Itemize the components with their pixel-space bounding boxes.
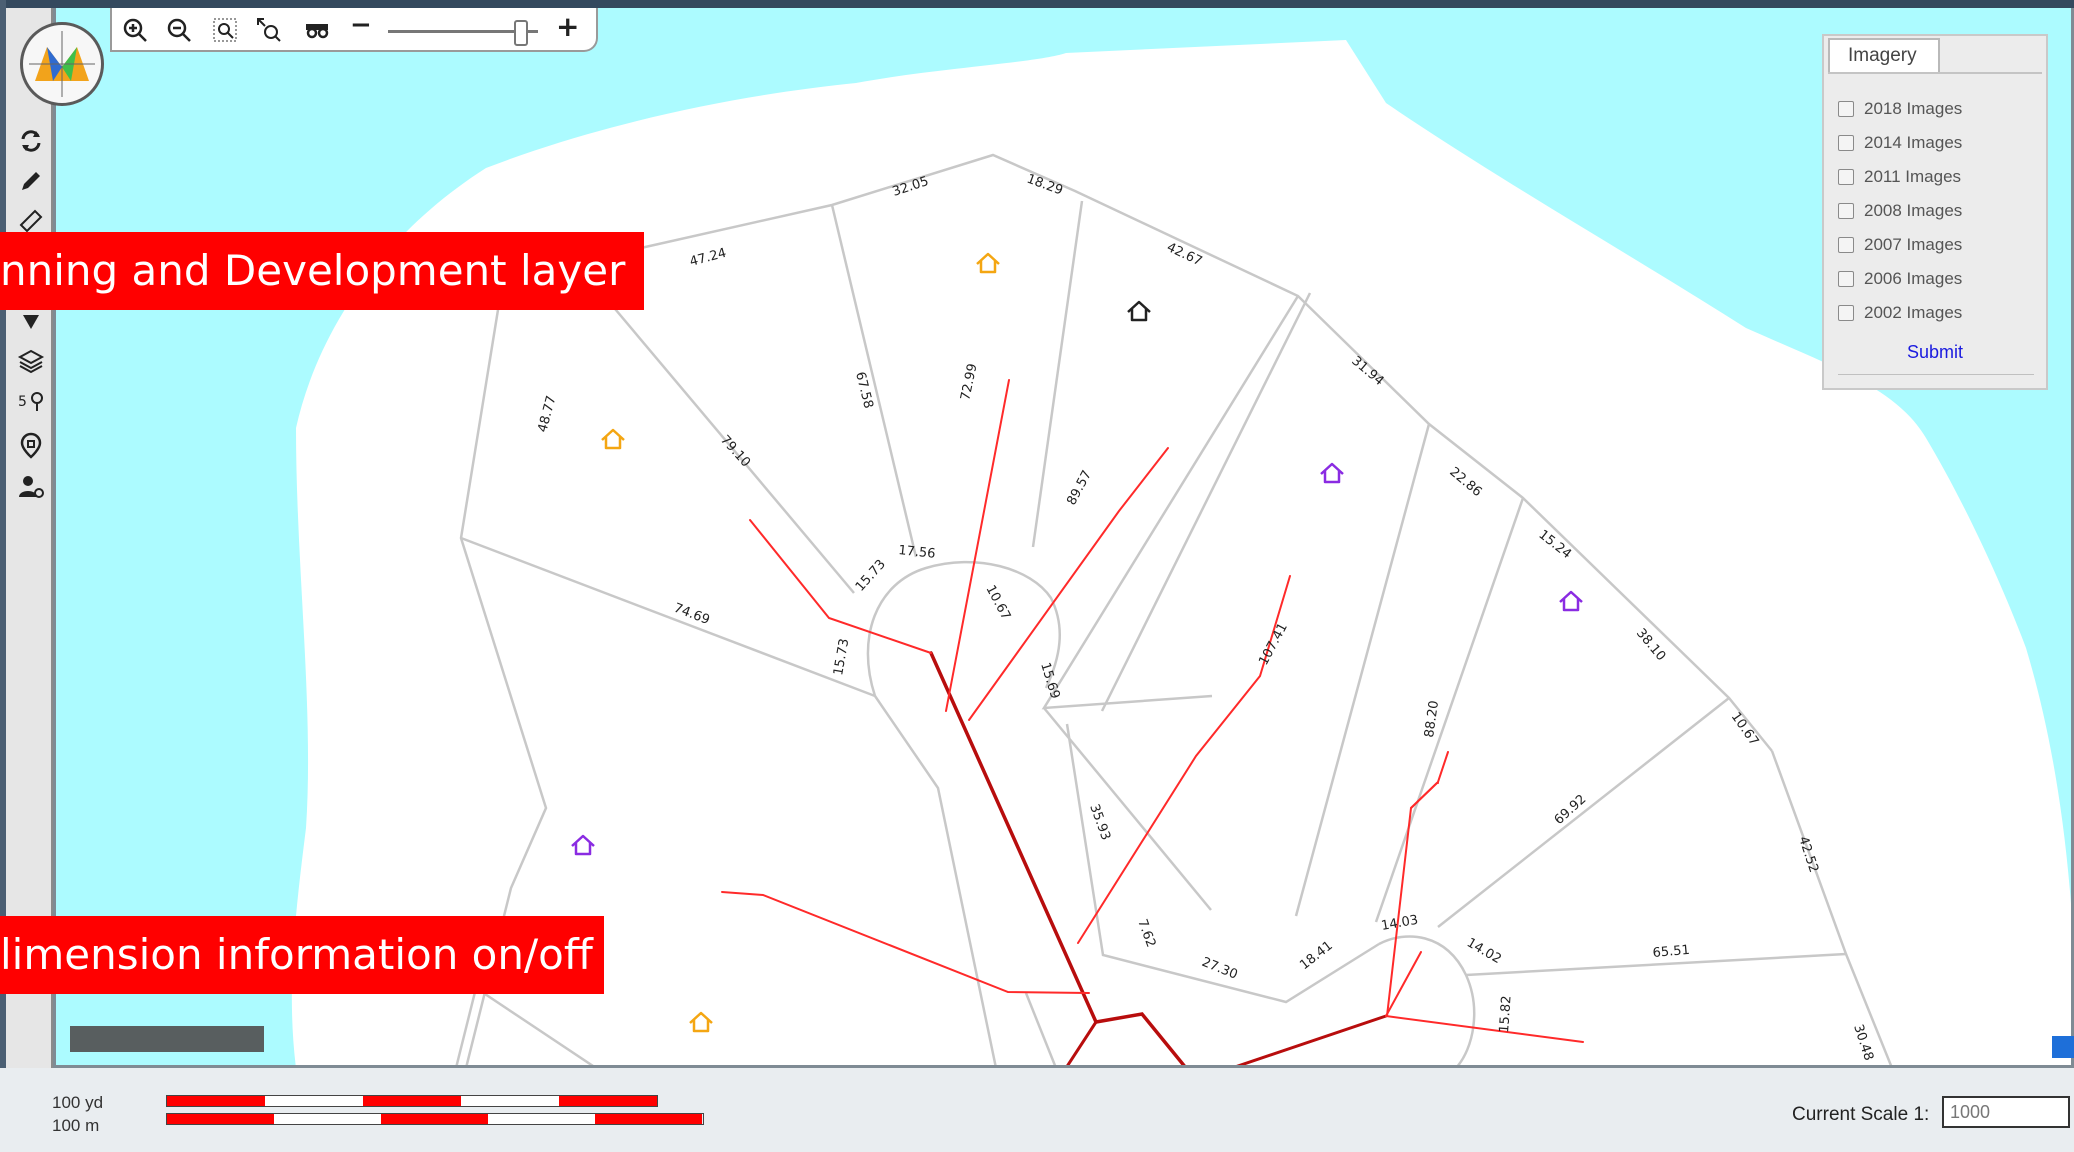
location-pin-icon[interactable]	[16, 430, 46, 460]
title-bar	[0, 0, 2074, 8]
imagery-panel: Imagery 2018 Images 2014 Images 2011 Ima…	[1822, 34, 2048, 390]
route-icon[interactable]: 5	[16, 386, 46, 416]
checkbox[interactable]	[1838, 135, 1854, 151]
imagery-option-2006[interactable]: 2006 Images	[1838, 268, 1962, 290]
zoom-out-icon[interactable]	[164, 15, 194, 45]
imagery-option-2018[interactable]: 2018 Images	[1838, 98, 1962, 120]
scale-bar-yd	[166, 1095, 658, 1107]
current-scale-label: Current Scale 1:	[1792, 1104, 1930, 1125]
imagery-list: 2018 Images 2014 Images 2011 Images 2008…	[1828, 72, 2042, 384]
callout-dimension-toggle: limension information on/off	[0, 916, 604, 994]
land-area	[291, 40, 2071, 1065]
zoom-toolbar: − +	[110, 8, 598, 52]
pan-binoculars-icon[interactable]	[302, 15, 332, 45]
zoom-full-icon[interactable]	[254, 15, 284, 45]
imagery-option-2014[interactable]: 2014 Images	[1838, 132, 1962, 154]
scale-bar-m	[166, 1113, 704, 1125]
svg-text:5: 5	[18, 394, 27, 410]
checkbox[interactable]	[1838, 237, 1854, 253]
divider	[1838, 374, 2034, 375]
status-strip	[70, 1026, 264, 1052]
map-canvas[interactable]: 32.05 18.29 47.24 42.67 48.77 67.58 72.9…	[56, 8, 2074, 1068]
checkbox[interactable]	[1838, 271, 1854, 287]
imagery-option-2011[interactable]: 2011 Images	[1838, 166, 1961, 188]
imagery-option-2008[interactable]: 2008 Images	[1838, 200, 1962, 222]
checkbox[interactable]	[1838, 169, 1854, 185]
scale-yd-label: 100 yd	[52, 1093, 104, 1112]
checkbox[interactable]	[1838, 101, 1854, 117]
current-scale-input[interactable]	[1942, 1096, 2070, 1128]
zoom-in-icon[interactable]	[120, 15, 150, 45]
user-settings-icon[interactable]	[16, 472, 46, 502]
status-bar: 100 yd 100 m Current Scale 1:	[0, 1068, 2074, 1152]
imagery-option-2002[interactable]: 2002 Images	[1838, 302, 1962, 324]
app-logo	[20, 22, 104, 106]
dimension-label: 15.82	[1497, 995, 1515, 1033]
expand-corner-icon[interactable]	[2052, 1036, 2074, 1058]
layers-icon[interactable]	[16, 346, 46, 376]
checkbox[interactable]	[1838, 203, 1854, 219]
refresh-icon[interactable]	[16, 126, 46, 156]
checkbox[interactable]	[1838, 305, 1854, 321]
imagery-submit-link[interactable]: Submit	[1828, 342, 2042, 363]
zoom-plus-button[interactable]: +	[556, 10, 579, 43]
zoom-minus-button[interactable]: −	[350, 10, 372, 40]
scale-m-label: 100 m	[52, 1116, 100, 1135]
zoom-slider-thumb[interactable]	[514, 20, 528, 46]
left-toolbar: 5	[6, 8, 53, 1068]
map-viewport[interactable]: 32.05 18.29 47.24 42.67 48.77 67.58 72.9…	[53, 8, 2074, 1068]
imagery-option-2007[interactable]: 2007 Images	[1838, 234, 1962, 256]
callout-planning-layer: nning and Development layer	[0, 232, 644, 310]
pencil-icon[interactable]	[16, 166, 46, 196]
zoom-box-icon[interactable]	[210, 15, 240, 45]
gis-app-window: 32.05 18.29 47.24 42.67 48.77 67.58 72.9…	[0, 0, 2074, 1152]
marker-icon[interactable]	[16, 306, 46, 336]
imagery-tab[interactable]: Imagery	[1828, 38, 1940, 72]
